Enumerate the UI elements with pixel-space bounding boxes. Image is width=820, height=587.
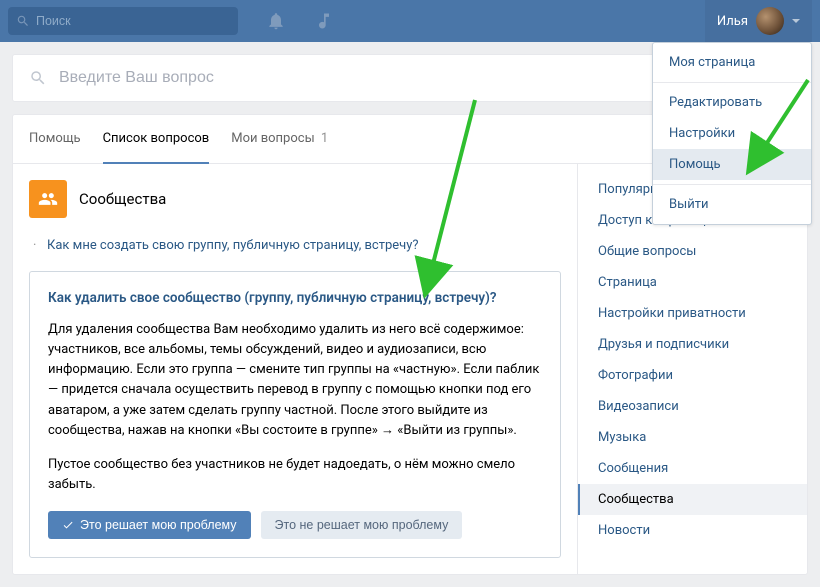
check-icon — [62, 519, 74, 531]
sidebar-item-privacy[interactable]: Настройки приватности — [578, 298, 807, 329]
left-column: Сообщества Как мне создать свою группу, … — [13, 164, 577, 574]
user-name: Илья — [717, 14, 748, 29]
solves-problem-button[interactable]: Это решает мою проблему — [48, 511, 251, 539]
search-input[interactable] — [36, 14, 230, 28]
separator — [653, 184, 811, 185]
not-solves-problem-button[interactable]: Это не решает мою проблему — [261, 511, 463, 539]
dropdown-my-page[interactable]: Моя страница — [653, 47, 811, 78]
sidebar-item-music[interactable]: Музыка — [578, 422, 807, 453]
dropdown-edit[interactable]: Редактировать — [653, 87, 811, 118]
communities-icon — [29, 180, 67, 218]
music-icon[interactable] — [314, 11, 334, 31]
tab-label: Мои вопросы — [231, 131, 314, 146]
caret-down-icon — [792, 19, 800, 23]
search-icon — [29, 69, 47, 87]
sidebar-item-photos[interactable]: Фотографии — [578, 360, 807, 391]
faq-link-create-group[interactable]: Как мне создать свою группу, публичную с… — [29, 232, 561, 265]
dropdown-settings[interactable]: Настройки — [653, 118, 811, 149]
avatar — [756, 7, 784, 35]
sidebar-item-news[interactable]: Новости — [578, 515, 807, 546]
search-icon — [16, 14, 30, 28]
content-row: Сообщества Как мне создать свою группу, … — [13, 164, 807, 574]
dropdown-logout[interactable]: Выйти — [653, 189, 811, 220]
topbar: Илья — [0, 0, 820, 42]
bell-icon[interactable] — [266, 11, 286, 31]
sidebar-item-page[interactable]: Страница — [578, 267, 807, 298]
qa-body-2: Пустое сообщество без участников не буде… — [48, 455, 542, 495]
separator — [653, 82, 811, 83]
tab-count: 1 — [321, 131, 328, 146]
sidebar-item-friends[interactable]: Друзья и подписчики — [578, 329, 807, 360]
sidebar-item-messages[interactable]: Сообщения — [578, 453, 807, 484]
side-nav: Популярные Доступ к странице Общие вопро… — [577, 164, 807, 574]
sidebar-item-general[interactable]: Общие вопросы — [578, 236, 807, 267]
tab-question-list[interactable]: Список вопросов — [103, 115, 210, 164]
search-wrap[interactable] — [8, 7, 238, 35]
qa-box: Как удалить свое сообщество (группу, пуб… — [29, 271, 561, 558]
button-row: Это решает мою проблему Это не решает мо… — [48, 511, 542, 539]
tab-help[interactable]: Помощь — [29, 115, 81, 163]
section-header: Сообщества — [29, 180, 561, 218]
tab-my-questions[interactable]: Мои вопросы 1 — [231, 115, 328, 163]
sidebar-item-communities[interactable]: Сообщества — [578, 484, 807, 515]
qa-body-1: Для удаления сообщества Вам необходимо у… — [48, 320, 542, 441]
section-title: Сообщества — [79, 190, 166, 208]
user-dropdown: Моя страница Редактировать Настройки Пом… — [652, 42, 812, 225]
qa-title: Как удалить свое сообщество (группу, пуб… — [48, 290, 542, 306]
user-menu-trigger[interactable]: Илья — [705, 0, 812, 42]
topbar-icons — [266, 11, 334, 31]
sidebar-item-videos[interactable]: Видеозаписи — [578, 391, 807, 422]
button-label: Это решает мою проблему — [80, 518, 237, 532]
dropdown-help[interactable]: Помощь — [653, 149, 811, 180]
